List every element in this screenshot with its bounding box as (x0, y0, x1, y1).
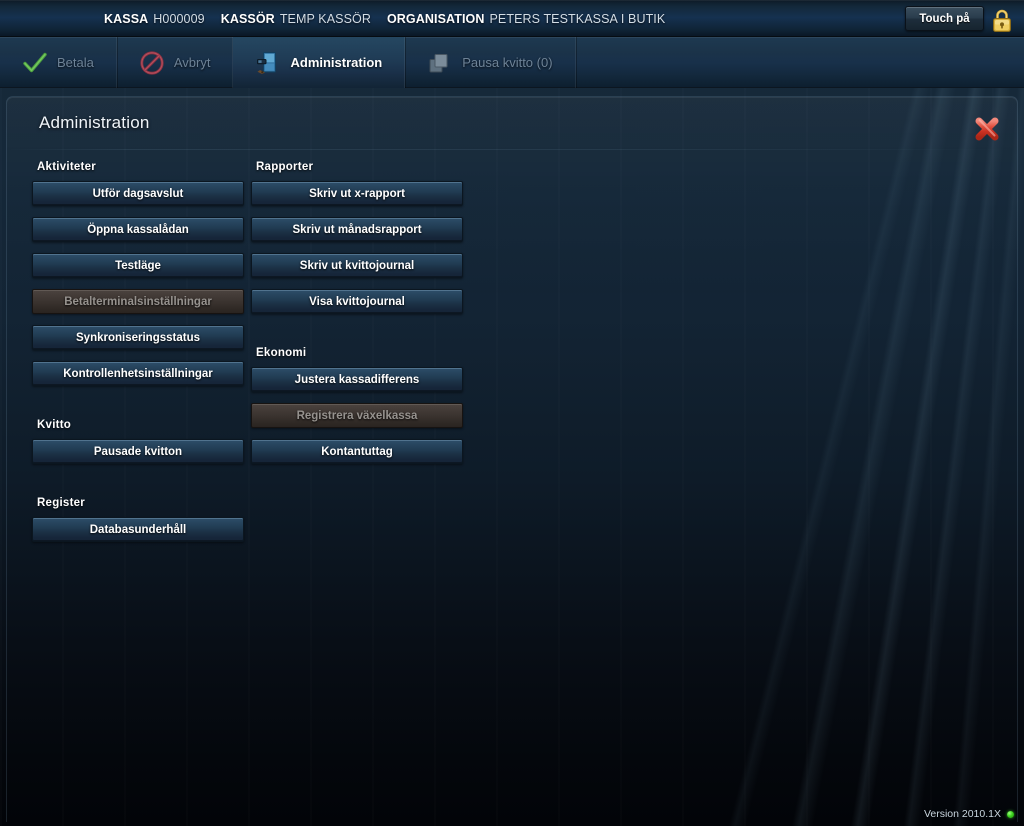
close-icon[interactable] (971, 113, 1003, 145)
button-skriv-ut-x-rapport[interactable]: Skriv ut x-rapport (251, 181, 463, 206)
button-oppna-kassaladan[interactable]: Öppna kassalådan (32, 217, 244, 242)
toolbar-item-label: Pausa kvitto (0) (462, 55, 553, 70)
button-skriv-ut-kvittojournal[interactable]: Skriv ut kvittojournal (251, 253, 463, 278)
section-heading-register: Register (37, 497, 86, 509)
button-synkroniseringsstatus[interactable]: Synkroniseringsstatus (32, 325, 244, 350)
version-status: Version 2010.1X (924, 808, 1014, 820)
session-field-2: ORGANISATION PETERS TESTKASSA I BUTIK (387, 12, 665, 26)
panel-divider (7, 149, 1017, 150)
page-title: Administration (39, 113, 150, 132)
touch-mode-button[interactable]: Touch på (905, 6, 984, 31)
top-header-bar: KASSA H000009 KASSÖR TEMP KASSÖR ORGANISATIO… (0, 0, 1024, 37)
cancel-icon (139, 50, 165, 76)
session-field-key: ORGANISATION (386, 11, 485, 26)
button-label: Kontrollenhetsinställningar (63, 367, 213, 380)
toolbar-item-label: Avbryt (173, 55, 211, 70)
toolbar-item-administration[interactable]: Administration (233, 37, 406, 88)
version-label: Version 2010.1X (923, 808, 1001, 820)
button-label: Synkroniseringsstatus (76, 331, 200, 344)
session-field-value: TEMP KASSÖR (279, 11, 371, 26)
button-pausade-kvitton[interactable]: Pausade kvitton (32, 439, 244, 464)
button-label: Registrera växelkassa (296, 409, 418, 422)
button-label: Justera kassadifferens (294, 373, 420, 386)
button-utfor-dagsavslut[interactable]: Utför dagsavslut (32, 181, 244, 206)
check-icon (22, 50, 48, 76)
lock-icon[interactable] (990, 5, 1014, 33)
pos-application-window: KASSA H000009 KASSÖR TEMP KASSÖR ORGANISATIO… (0, 0, 1024, 826)
button-label: Utför dagsavslut (92, 187, 184, 200)
button-registrera-vaxelkassa: Registrera växelkassa (251, 403, 463, 428)
session-field-key: KASSA (104, 11, 149, 26)
button-skriv-ut-manadsrapport[interactable]: Skriv ut månadsrapport (251, 217, 463, 242)
button-label: Visa kvittojournal (309, 295, 405, 308)
button-label: Skriv ut månadsrapport (292, 223, 422, 236)
section-heading-ekonomi: Ekonomi (256, 347, 307, 359)
right-column: Rapporter Skriv ut x-rapport Skriv ut måna… (251, 161, 469, 475)
button-label: Kontantuttag (321, 445, 393, 458)
button-label: Pausade kvitton (93, 445, 183, 458)
toolbar-item-label: Betala (57, 55, 94, 70)
main-toolbar: Betala Avbryt Administration Pausa kvitto (… (0, 37, 1024, 88)
status-indicator-dot (1007, 810, 1014, 818)
button-label: Skriv ut kvittojournal (299, 259, 415, 272)
pause-receipt-icon (427, 50, 453, 76)
toolbar-item-betala: Betala (0, 37, 117, 88)
button-label: Testläge (115, 259, 161, 272)
toolbar-item-pausa: Pausa kvitto (0) (405, 37, 576, 88)
toolbar-item-label: Administration (290, 55, 383, 70)
session-field-value: H000009 (153, 11, 205, 26)
section-heading-kvitto: Kvitto (37, 419, 72, 431)
section-heading-aktiviteter: Aktiviteter (37, 161, 96, 173)
cabinet-icon (255, 50, 281, 76)
left-column: Aktiviteter Utför dagsavslut Öppna kassalå… (32, 161, 250, 553)
button-label: Skriv ut x-rapport (309, 187, 405, 200)
button-betalterminalsinstallningar: Betalterminalsinställningar (32, 289, 244, 314)
section-heading-rapporter: Rapporter (256, 161, 314, 173)
button-visa-kvittojournal[interactable]: Visa kvittojournal (251, 289, 463, 314)
session-field-key: KASSÖR (220, 11, 275, 26)
button-label: Databasunderhåll (89, 523, 187, 536)
button-databasunderhall[interactable]: Databasunderhåll (32, 517, 244, 542)
session-field-value: PETERS TESTKASSA I BUTIK (489, 11, 666, 26)
button-label: Betalterminalsinställningar (64, 295, 212, 308)
touch-mode-label: Touch på (919, 12, 970, 25)
administration-panel: Administration Aktiviteter Utför dagsavs… (6, 96, 1018, 822)
button-label: Öppna kassalådan (87, 223, 189, 236)
button-kontrollenhetsinstallningar[interactable]: Kontrollenhetsinställningar (32, 361, 244, 386)
button-kontantuttag[interactable]: Kontantuttag (251, 439, 463, 464)
session-field-0: KASSA H000009 (104, 12, 205, 26)
session-field-1: KASSÖR TEMP KASSÖR (221, 12, 371, 26)
toolbar-item-avbryt: Avbryt (117, 37, 234, 88)
button-justera-kassadifferens[interactable]: Justera kassadifferens (251, 367, 463, 392)
button-testlage[interactable]: Testläge (32, 253, 244, 278)
session-info: KASSA H000009 KASSÖR TEMP KASSÖR ORGANISATIO… (104, 0, 681, 37)
